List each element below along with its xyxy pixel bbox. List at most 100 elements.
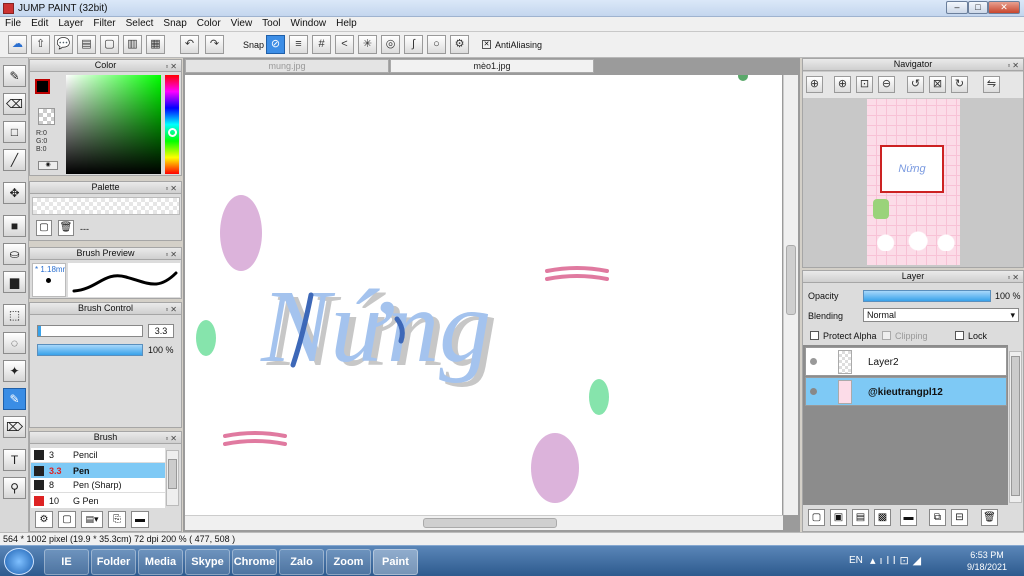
hue-handle[interactable] — [168, 128, 177, 137]
navigator-viewport[interactable]: Nứng — [880, 145, 944, 193]
start-button[interactable] — [4, 548, 34, 575]
duplicate-layer-icon[interactable]: ⧉ — [929, 509, 946, 526]
new-palette-icon[interactable]: ▢ — [36, 220, 52, 236]
system-tray-icons[interactable]: ▴ıll⊡◢ — [870, 554, 925, 567]
transparent-color-swatch[interactable] — [38, 108, 55, 125]
zoom-out-icon[interactable]: ⊖ — [878, 76, 895, 93]
concentric-snap-icon[interactable]: ◎ — [381, 35, 400, 54]
foreground-color-swatch[interactable] — [35, 79, 50, 94]
menu-layer[interactable]: Layer — [53, 17, 88, 31]
rotate-right-icon[interactable]: ↻ — [951, 76, 968, 93]
redo-icon[interactable]: ↷ — [205, 35, 224, 54]
hue-slider[interactable] — [165, 75, 179, 174]
taskbar-chrome-icon[interactable]: Chrome — [232, 549, 277, 575]
canvas-hscroll-thumb[interactable] — [423, 518, 557, 528]
circle-snap-icon[interactable]: ○ — [427, 35, 446, 54]
clock[interactable]: 6:53 PM 9/18/2021 — [962, 549, 1012, 573]
panel-controls-icon[interactable]: ▫✕ — [1007, 272, 1021, 283]
menu-file[interactable]: File — [0, 17, 26, 31]
language-indicator[interactable]: EN — [849, 555, 863, 566]
undo-icon[interactable]: ↶ — [180, 35, 199, 54]
eye-icon[interactable] — [810, 388, 817, 395]
delete-palette-icon[interactable]: 🗑 — [58, 220, 74, 236]
antialias-checkbox[interactable]: ✕ — [482, 40, 491, 49]
layer-folder-icon[interactable]: ▬ — [900, 509, 917, 526]
lock-checkbox[interactable] — [955, 331, 964, 340]
lasso-select-icon[interactable]: ◌ — [3, 332, 26, 354]
close-button[interactable]: ✕ — [988, 1, 1020, 14]
perspective-snap-icon[interactable]: < — [335, 35, 354, 54]
grid-layout-icon[interactable]: ▦ — [146, 35, 165, 54]
canvas-vscroll-thumb[interactable] — [786, 245, 796, 315]
protect-alpha-checkbox[interactable] — [810, 331, 819, 340]
canvas-vertical-scrollbar[interactable] — [783, 75, 798, 515]
taskbar-folder-icon[interactable]: Folder — [91, 549, 136, 575]
message-icon[interactable]: ▤ — [77, 35, 96, 54]
brush-item-pen[interactable]: 3.3 Pen — [31, 463, 165, 478]
eye-icon[interactable] — [810, 358, 817, 365]
menu-tool[interactable]: Tool — [257, 17, 285, 31]
new-layer-icon[interactable]: ▢ — [808, 509, 825, 526]
palette-swatches[interactable] — [32, 197, 180, 215]
merge-layer-icon[interactable]: ⊟ — [951, 509, 968, 526]
brush-list-scrollbar[interactable] — [166, 450, 179, 506]
zoom-plus-icon[interactable]: ⊕ — [834, 76, 851, 93]
maximize-button[interactable]: □ — [968, 1, 988, 14]
eyedropper-tool-icon[interactable]: ⚲ — [3, 477, 26, 499]
move-tool-icon[interactable]: ✥ — [3, 182, 26, 204]
new-layer-8bit-icon[interactable]: ▣ — [830, 509, 847, 526]
taskbar-paint-icon[interactable]: Paint — [373, 549, 418, 575]
taskbar-skype-icon[interactable]: Skype — [185, 549, 230, 575]
reset-rotation-icon[interactable]: ⊠ — [929, 76, 946, 93]
tab-mung[interactable]: mung.jpg — [185, 59, 389, 73]
menu-select[interactable]: Select — [121, 17, 159, 31]
minimize-button[interactable]: – — [946, 1, 968, 14]
page-icon[interactable]: ▥ — [123, 35, 142, 54]
menu-help[interactable]: Help — [331, 17, 362, 31]
brush-settings-icon[interactable]: ⚙ — [35, 511, 53, 528]
clipping-checkbox[interactable] — [882, 331, 891, 340]
menu-filter[interactable]: Filter — [88, 17, 120, 31]
taskbar-zalo-icon[interactable]: Zalo — [279, 549, 324, 575]
brush-menu-icon[interactable]: ▤▾ — [81, 511, 103, 528]
new-layer-1bit-icon[interactable]: ▤ — [852, 509, 869, 526]
menu-snap[interactable]: Snap — [158, 17, 191, 31]
brush-item-g-pen[interactable]: 10 G Pen — [31, 493, 165, 508]
copy-brush-icon[interactable]: ⎘ — [108, 511, 126, 528]
tab-meo1[interactable]: mèo1.jpg — [390, 59, 594, 73]
menu-edit[interactable]: Edit — [26, 17, 53, 31]
layer-list-scrollbar[interactable] — [1009, 351, 1022, 503]
panel-controls-icon[interactable]: ▫✕ — [165, 61, 179, 72]
drawing-canvas[interactable]: Nứng Nứng — [185, 75, 782, 515]
zoom-in-icon[interactable]: ⊕ — [806, 76, 823, 93]
cloud-icon[interactable]: ☁ — [8, 35, 27, 54]
panel-controls-icon[interactable]: ▫✕ — [165, 183, 179, 194]
select-eraser-icon[interactable]: ⌦ — [3, 416, 26, 438]
color-mode-button[interactable]: ◉ — [38, 161, 58, 170]
line-tool-icon[interactable]: ╱ — [3, 149, 26, 171]
halftone-layer-icon[interactable]: ▩ — [874, 509, 891, 526]
panel-controls-icon[interactable]: ▫✕ — [165, 304, 179, 315]
panel-controls-icon[interactable]: ▫✕ — [165, 433, 179, 444]
brush-item-pencil[interactable]: 3 Pencil — [31, 448, 165, 463]
fit-window-icon[interactable]: ⊡ — [856, 76, 873, 93]
layer-scroll-thumb[interactable] — [1011, 356, 1020, 496]
parallel-snap-icon[interactable]: ≡ — [289, 35, 308, 54]
menu-window[interactable]: Window — [286, 17, 332, 31]
saturation-value-picker[interactable] — [66, 75, 161, 174]
settings-icon[interactable]: ⚙ — [450, 35, 469, 54]
taskbar-ie-icon[interactable]: IE — [44, 549, 89, 575]
snap-off-icon[interactable]: ⊘ — [266, 35, 285, 54]
brush-size-value[interactable]: 3.3 — [148, 324, 174, 338]
text-tool-icon[interactable]: T — [3, 449, 26, 471]
eraser-tool-icon[interactable]: ⌫ — [3, 93, 26, 115]
gradient-tool-icon[interactable]: ▆ — [3, 271, 26, 293]
menu-color[interactable]: Color — [192, 17, 226, 31]
layer-row-kieutrangpl12[interactable]: @kieutrangpl12 — [805, 377, 1007, 406]
flip-icon[interactable]: ⇋ — [983, 76, 1000, 93]
panel-controls-icon[interactable]: ▫✕ — [165, 249, 179, 260]
shape-tool-icon[interactable]: □ — [3, 121, 26, 143]
layer-opacity-slider[interactable] — [863, 290, 991, 302]
folder-icon[interactable]: ▬ — [131, 511, 149, 528]
bucket-tool-icon[interactable]: ⛀ — [3, 243, 26, 265]
